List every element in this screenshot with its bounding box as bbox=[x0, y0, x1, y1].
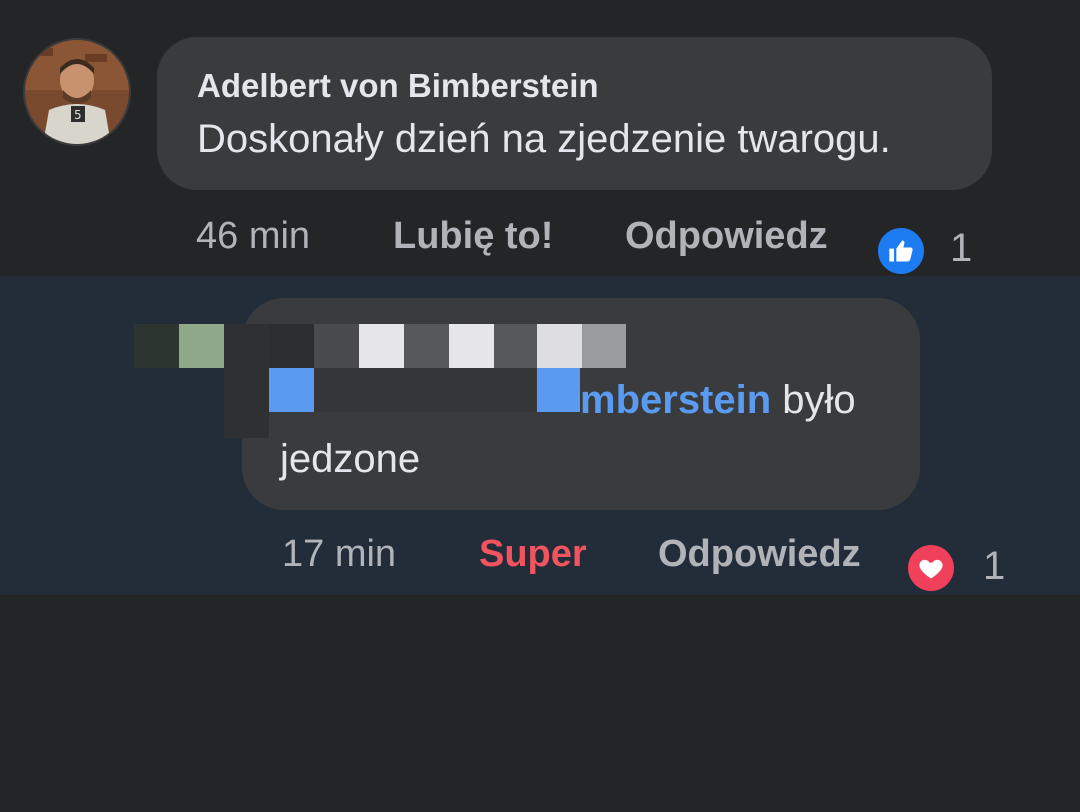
avatar[interactable]: 5 bbox=[23, 38, 131, 146]
comment-time[interactable]: 46 min bbox=[196, 217, 310, 255]
like-button[interactable]: Lubię to! bbox=[393, 217, 553, 255]
heart-icon[interactable] bbox=[908, 545, 954, 591]
reply-text-line1: mberstein było bbox=[580, 378, 856, 423]
reply-button[interactable]: Odpowiedz bbox=[625, 217, 828, 255]
like-icon[interactable] bbox=[876, 226, 926, 276]
comment-text: Doskonały dzień na zjedzenie twarogu. bbox=[197, 117, 891, 161]
super-reaction-button[interactable]: Super bbox=[479, 535, 587, 573]
comment-author[interactable]: Adelbert von Bimberstein bbox=[197, 67, 599, 105]
reply-text-line2: jedzone bbox=[280, 437, 421, 481]
mention-link[interactable]: mberstein bbox=[580, 378, 771, 422]
comment-bubble[interactable]: Adelbert von Bimberstein Doskonały dzień… bbox=[157, 37, 992, 190]
svg-text:5: 5 bbox=[74, 108, 82, 122]
reply-text-tail: było bbox=[771, 378, 856, 422]
like-count[interactable]: 1 bbox=[950, 228, 972, 268]
reply-reply-button[interactable]: Odpowiedz bbox=[658, 535, 861, 573]
reply-time[interactable]: 17 min bbox=[282, 535, 396, 573]
heart-count[interactable]: 1 bbox=[983, 546, 1005, 586]
